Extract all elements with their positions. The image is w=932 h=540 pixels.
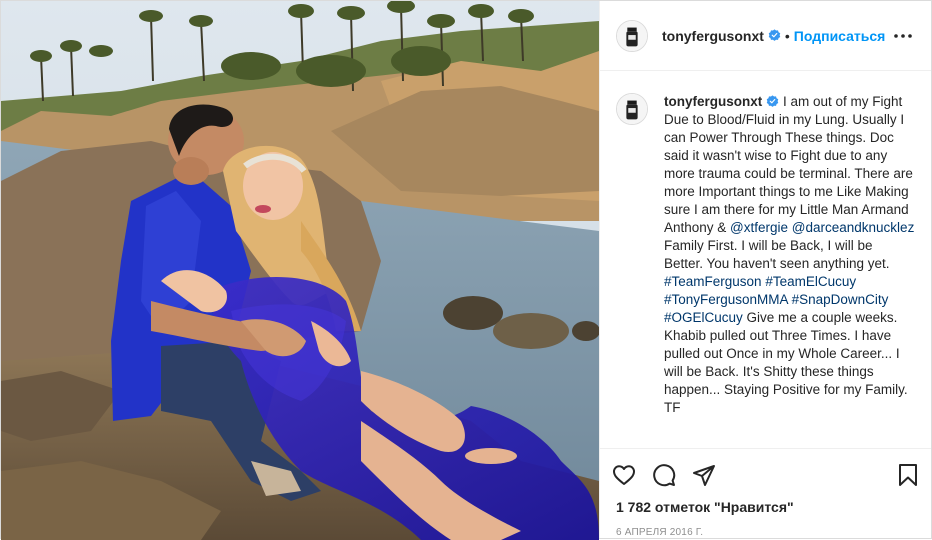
verified-badge-icon — [767, 95, 779, 107]
username-link[interactable]: tonyfergusonxt — [662, 28, 764, 44]
hashtag-teamelcucuy[interactable]: #TeamElCucuy — [765, 274, 856, 289]
post-header: tonyfergusonxt • Подписаться — [600, 1, 931, 71]
post-date[interactable]: 6 апреля 2016 г. — [612, 515, 919, 538]
bookmark-icon[interactable] — [891, 455, 919, 495]
caption-username[interactable]: tonyfergusonxt — [664, 94, 762, 109]
caption-avatar[interactable] — [616, 93, 648, 125]
comment-icon[interactable] — [652, 455, 692, 495]
post-photo-image — [1, 1, 599, 540]
header-separator: • — [784, 27, 790, 44]
follow-button[interactable]: Подписаться — [794, 28, 886, 44]
share-icon[interactable] — [692, 455, 732, 495]
mention-darceandknucklez[interactable]: @darceandknucklez — [792, 220, 915, 235]
post-photo[interactable] — [1, 1, 599, 540]
hashtag-teamferguson[interactable]: #TeamFerguson — [664, 274, 762, 289]
verified-badge-icon — [768, 29, 781, 41]
hashtag-ogelcucuy[interactable]: #OGElCucuy — [664, 310, 743, 325]
avatar[interactable] — [616, 19, 648, 52]
caption-text-2: Family First. I will be Back, I will be … — [664, 238, 890, 271]
action-icons — [612, 455, 919, 495]
instagram-post: tonyfergusonxt • Подписаться tonyferguso… — [0, 0, 932, 540]
more-options-icon[interactable] — [891, 24, 915, 48]
hashtag-snapdowncity[interactable]: #SnapDownCity — [792, 292, 889, 307]
comments-section[interactable]: tonyfergusonxt I am out of my Fight Due … — [600, 71, 931, 448]
post-actions: 1 782 отметок "Нравится" 6 апреля 2016 г… — [600, 448, 931, 538]
caption-row: tonyfergusonxt I am out of my Fight Due … — [616, 93, 915, 417]
likes-count[interactable]: 1 782 отметок "Нравится" — [612, 495, 919, 515]
caption-text-3: Give me a couple weeks. Khabib pulled ou… — [664, 310, 908, 415]
mention-xtfergie[interactable]: @xtfergie — [730, 220, 788, 235]
post-caption: tonyfergusonxt I am out of my Fight Due … — [664, 93, 915, 417]
caption-text-1: I am out of my Fight Due to Blood/Fluid … — [664, 94, 913, 235]
heart-icon[interactable] — [612, 455, 652, 495]
caption-avatar-image — [617, 94, 647, 124]
post-sidebar: tonyfergusonxt • Подписаться tonyferguso… — [599, 1, 931, 538]
hashtag-tonyfergusonmma[interactable]: #TonyFergusonMMA — [664, 292, 788, 307]
avatar-image — [617, 20, 647, 51]
